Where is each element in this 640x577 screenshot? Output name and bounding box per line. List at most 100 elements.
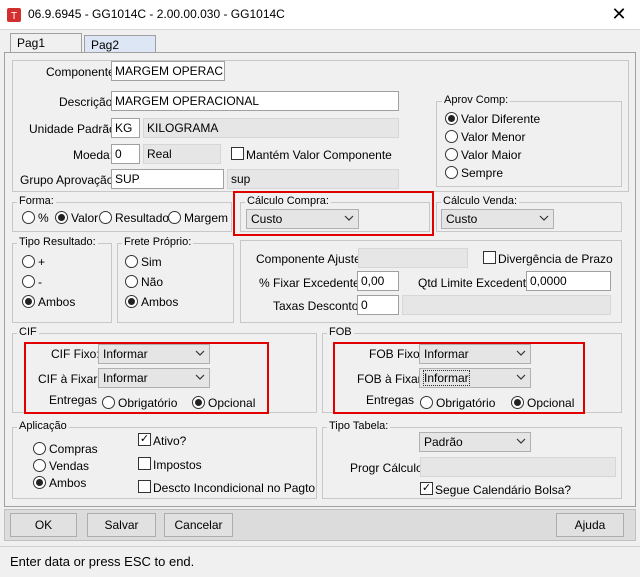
frete-radio-sim[interactable] [125,255,138,268]
calculo-venda-value: Custo [446,212,478,226]
calculo-compra-highlight [233,191,434,236]
grupo-desc: sup [227,169,399,189]
taxas-desconto-label: Taxas Desconto: [273,299,362,313]
aplicacao-radio-vendas[interactable] [33,459,46,472]
fob-highlight [333,342,585,414]
aplicacao-radio-ambos[interactable] [33,476,46,489]
mantem-valor-checkbox[interactable] [231,147,244,160]
impostos-checkbox[interactable] [138,457,151,470]
window-title: 06.9.6945 - GG1014C - 2.00.00.030 - GG10… [28,7,285,21]
cancelar-button[interactable]: Cancelar [164,513,233,537]
ativo-label: Ativo? [153,434,187,448]
grupo-input[interactable]: SUP [111,169,224,189]
fixar-excedente-input[interactable]: 0,00 [357,271,399,291]
tipo-tabela-legend: Tipo Tabela: [327,420,391,432]
aprov-radio-valor-menor[interactable] [445,130,458,143]
qtd-limite-input[interactable]: 0,0000 [526,271,611,291]
aplicacao-legend: Aplicação [17,420,69,432]
svg-text:T: T [11,11,17,22]
progr-calculo-label: Progr Cálculo: [350,461,427,475]
frete-radio-nao[interactable] [125,275,138,288]
forma-label-resultado: Resultado [115,211,170,225]
frete-label-sim: Sim [141,255,162,269]
unidade-label: Unidade Padrão: [29,122,120,136]
chevron-down-icon [516,438,526,444]
frete-radio-ambos[interactable] [125,295,138,308]
tipo-resultado-radio-minus[interactable] [22,275,35,288]
taxas-desconto-desc [402,295,611,315]
divergencia-prazo-label: Divergência de Prazo [498,252,613,266]
tab-pag1[interactable]: Pag1 [10,33,82,53]
mantem-valor-label: Mantém Valor Componente [246,148,392,162]
aplicacao-radio-compras[interactable] [33,442,46,455]
moeda-input[interactable]: 0 [111,144,140,164]
descto-label: Descto Incondicional no Pagto [153,481,316,495]
frete-label-ambos: Ambos [141,295,179,309]
tipo-resultado-label-minus: - [38,275,42,289]
aplicacao-label-ambos: Ambos [49,476,87,490]
aprov-radio-valor-diferente[interactable] [445,112,458,125]
title-bar: T 06.9.6945 - GG1014C - 2.00.00.030 - GG… [0,0,640,30]
aprov-label-sempre: Sempre [461,166,504,180]
tipo-resultado-radio-ambos[interactable] [22,295,35,308]
tipo-resultado-radio-plus[interactable] [22,255,35,268]
aplicacao-label-vendas: Vendas [49,459,90,473]
status-bar: Enter data or press ESC to end. [0,546,640,577]
ajuda-button[interactable]: Ajuda [556,513,624,537]
close-icon[interactable]: ✕ [604,3,634,27]
fixar-excedente-label: % Fixar Excedente: [259,276,364,290]
moeda-desc: Real [143,144,221,164]
forma-label-percent: % [38,211,49,225]
salvar-button[interactable]: Salvar [87,513,156,537]
segue-calendario-label: Segue Calendário Bolsa? [435,483,572,497]
forma-label-margem: Margem [184,211,229,225]
segue-calendario-checkbox[interactable]: ✓ [420,482,433,495]
forma-radio-percent[interactable] [22,211,35,224]
descricao-label: Descrição: [59,95,116,109]
ok-button[interactable]: OK [10,513,77,537]
tipo-resultado-label-ambos: Ambos [38,295,76,309]
calculo-venda-legend: Cálculo Venda: [441,195,519,207]
unidade-input[interactable]: KG [111,118,140,138]
aplicacao-label-compras: Compras [49,442,98,456]
ativo-checkbox[interactable]: ✓ [138,433,151,446]
divergencia-prazo-checkbox[interactable] [483,251,496,264]
chevron-down-icon [539,215,549,221]
unidade-desc: KILOGRAMA [143,118,399,138]
app-logo-icon: T [6,7,22,23]
aprov-radio-valor-maior[interactable] [445,148,458,161]
componente-input[interactable]: MARGEM OPERAC [111,61,225,81]
status-text: Enter data or press ESC to end. [10,554,195,569]
componente-ajuste-input[interactable] [358,248,468,268]
forma-label-valor: Valor [71,211,99,225]
cif-legend: CIF [17,326,39,338]
tipo-resultado-label-plus: + [38,255,46,269]
aprov-label-valor-menor: Valor Menor [461,130,526,144]
descto-checkbox[interactable] [138,480,151,493]
aprov-comp-legend: Aprov Comp: [442,94,511,106]
fob-legend: FOB [327,326,354,338]
tab-pag2[interactable]: Pag2 [84,35,156,53]
calculo-venda-select[interactable]: Custo [441,209,554,229]
tipo-tabela-select[interactable]: Padrão [419,432,531,452]
aprov-radio-sempre[interactable] [445,166,458,179]
tipo-resultado-legend: Tipo Resultado: [17,236,98,248]
forma-radio-resultado[interactable] [99,211,112,224]
aprov-label-valor-diferente: Valor Diferente [461,112,541,126]
impostos-label: Impostos [153,458,202,472]
descricao-input[interactable]: MARGEM OPERACIONAL [111,91,399,111]
tipo-tabela-value: Padrão [424,435,463,449]
forma-radio-margem[interactable] [168,211,181,224]
componente-label: Componente: [46,65,119,79]
grupo-label: Grupo Aprovação: [20,173,117,187]
componente-ajuste-label: Componente Ajuste: [256,252,365,266]
qtd-limite-label: Qtd Limite Excedente: [418,276,537,290]
moeda-label: Moeda: [73,148,114,162]
progr-calculo-input[interactable] [420,457,616,477]
forma-radio-valor[interactable] [55,211,68,224]
aprov-label-valor-maior: Valor Maior [461,148,522,162]
cif-highlight [24,342,269,414]
frete-label-nao: Não [141,275,164,289]
frete-proprio-legend: Frete Próprio: [122,236,194,248]
taxas-desconto-input[interactable]: 0 [357,295,399,315]
